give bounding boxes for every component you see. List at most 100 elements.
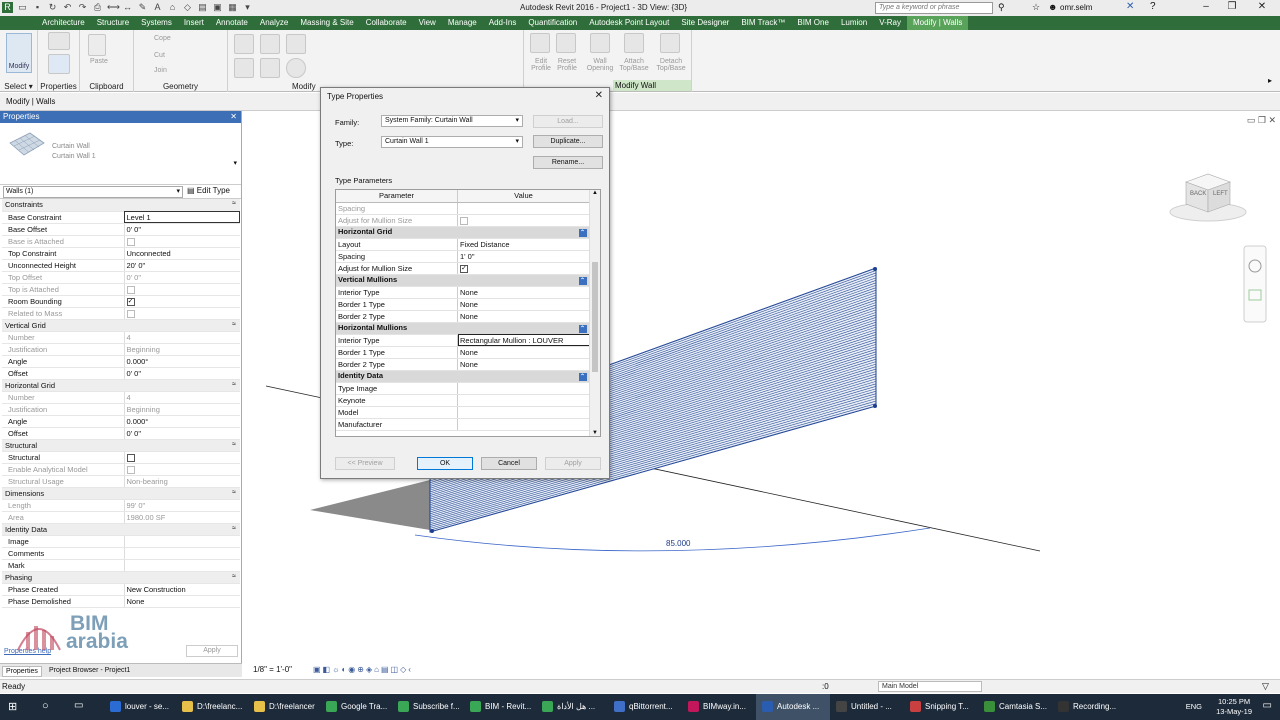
preview-button[interactable]: << Preview [335, 457, 395, 470]
tab-project-browser[interactable]: Project Browser - Project1 [46, 666, 133, 675]
type-parameters-grid[interactable]: Parameter Value Spacing Adjust for Mullio… [335, 189, 601, 437]
property-group[interactable]: Constraints ≈ [2, 199, 240, 212]
restore-button[interactable]: ❐ [1222, 1, 1242, 12]
taskbar-item[interactable]: BIM - Revit... [464, 694, 536, 720]
close-hidden-icon[interactable]: ▣ [212, 2, 223, 13]
tab-systems[interactable]: Systems [135, 16, 178, 30]
load-button[interactable]: Load... [533, 115, 603, 128]
switch-windows-icon[interactable]: ▦ [227, 2, 238, 13]
tab-manage[interactable]: Manage [442, 16, 483, 30]
taskbar-item[interactable]: BIMway.in... [682, 694, 756, 720]
property-value[interactable]: 20' 0" [127, 261, 146, 270]
collapse-icon[interactable]: ≈ [232, 321, 236, 328]
close-button[interactable]: ✕ [1252, 1, 1272, 12]
instance-selector[interactable]: Walls (1) ▾ [3, 186, 183, 198]
checkbox[interactable] [126, 453, 135, 462]
ok-button[interactable]: OK [417, 457, 473, 470]
tab-modify-walls[interactable]: Modify | Walls [906, 16, 969, 30]
measure-icon[interactable]: ⟷ [107, 2, 120, 13]
rotate-icon[interactable] [286, 58, 306, 78]
redo-icon[interactable]: ↷ [77, 2, 88, 13]
taskbar-item[interactable]: qBittorrent... [608, 694, 682, 720]
qat-dropdown-icon[interactable]: ▾ [242, 2, 253, 13]
view-scale[interactable]: 1/8" = 1'-0" [253, 665, 292, 674]
type-properties-icon[interactable] [48, 32, 70, 50]
parameter-value[interactable]: Rectangular Mullion : LOUVER [460, 336, 563, 345]
taskbar-item[interactable]: Recording... [1052, 694, 1126, 720]
viewcube[interactable]: BACK LEFT [1168, 166, 1248, 226]
tab-bim-one[interactable]: BIM One [791, 16, 835, 30]
collapse-icon[interactable]: ⌃ [578, 277, 587, 285]
grid-scrollbar[interactable]: ▲ ▼ [589, 190, 600, 436]
collapse-icon[interactable]: ≈ [232, 381, 236, 388]
tab-insert[interactable]: Insert [178, 16, 210, 30]
wall-opening-icon[interactable] [590, 33, 610, 53]
collapse-icon[interactable]: ⌃ [578, 373, 587, 381]
move-icon[interactable] [234, 58, 254, 78]
offset-icon[interactable] [260, 34, 280, 54]
wall-opening-button[interactable]: Wall Opening [584, 58, 616, 72]
thin-lines-icon[interactable]: ▤ [197, 2, 208, 13]
taskbar-item[interactable]: Google Tra... [320, 694, 392, 720]
mirror-icon[interactable] [286, 34, 306, 54]
parameter-group[interactable]: Identity Data ⌃ [336, 370, 590, 383]
property-value[interactable]: 0' 0" [127, 225, 142, 234]
tab-massing-site[interactable]: Massing & Site [294, 16, 359, 30]
select-panel-label[interactable]: Select ▾ [0, 82, 37, 91]
star-icon[interactable]: ☆ [1032, 2, 1040, 13]
taskbar-item[interactable]: Autodesk ... [756, 694, 830, 720]
parameter-group[interactable]: Vertical Mullions ⌃ [336, 274, 590, 287]
user-icon[interactable]: ☻ [1048, 2, 1057, 12]
property-value[interactable]: 99' 0" [127, 501, 146, 510]
property-group[interactable]: Phasing ≈ [2, 571, 240, 584]
minimize-button[interactable]: – [1196, 1, 1216, 12]
join-button[interactable]: Join [154, 67, 167, 74]
scroll-up-icon[interactable]: ▲ [592, 190, 598, 196]
property-value[interactable]: 0' 0" [127, 273, 142, 282]
cope-button[interactable]: Cope [154, 35, 171, 42]
property-group[interactable]: Structural ≈ [2, 439, 240, 452]
taskbar-item[interactable]: louver - se... [104, 694, 176, 720]
sync-icon[interactable]: ↻ [47, 2, 58, 13]
open-icon[interactable]: ▭ [17, 2, 28, 13]
save-icon[interactable]: ▪ [32, 2, 43, 13]
parameter-value[interactable]: 1' 0" [460, 252, 475, 261]
taskbar-item[interactable]: Camtasia S... [978, 694, 1052, 720]
windows-start-icon[interactable]: ⊞ [8, 700, 17, 713]
tab-properties[interactable]: Properties [2, 666, 42, 677]
tab-autodesk-point-layout[interactable]: Autodesk Point Layout [583, 16, 675, 30]
tab-site-designer[interactable]: Site Designer [675, 16, 735, 30]
taskbar-item[interactable]: D:\freelanc... [176, 694, 248, 720]
parameter-value[interactable]: None [460, 348, 478, 357]
tag-icon[interactable]: ✎ [137, 2, 148, 13]
parameter-group[interactable]: Horizontal Mullions ⌃ [336, 322, 590, 335]
design-option-selector[interactable]: Main Model [878, 681, 982, 692]
tab-bim-track[interactable]: BIM Track™ [735, 16, 791, 30]
dimension-label[interactable]: 85.000 [666, 539, 690, 548]
reset-profile-icon[interactable] [556, 33, 576, 53]
collapse-icon[interactable]: ≈ [232, 489, 236, 496]
undo-icon[interactable]: ↶ [62, 2, 73, 13]
exchange-apps-icon[interactable]: ✕ [1126, 1, 1134, 12]
duplicate-button[interactable]: Duplicate... [533, 135, 603, 148]
parameter-value[interactable]: None [460, 360, 478, 369]
checkbox[interactable] [460, 216, 468, 225]
dimension-icon[interactable]: ↔ [122, 2, 133, 13]
property-value[interactable]: 0' 0" [127, 429, 142, 438]
property-value[interactable]: New Construction [127, 585, 186, 594]
align-icon[interactable] [234, 34, 254, 54]
property-value[interactable]: 4 [127, 333, 131, 342]
filter-icon[interactable]: ▽ [1262, 681, 1269, 692]
property-value[interactable]: Non-bearing [127, 477, 168, 486]
tab-quantification[interactable]: Quantification [522, 16, 583, 30]
tab-annotate[interactable]: Annotate [210, 16, 254, 30]
chevron-down-icon[interactable]: ▾ [233, 159, 237, 167]
property-value[interactable]: Beginning [127, 405, 160, 414]
cancel-button[interactable]: Cancel [481, 457, 537, 470]
collapse-icon[interactable]: ≈ [232, 441, 236, 448]
property-value[interactable]: Level 1 [127, 213, 151, 222]
tab-view[interactable]: View [413, 16, 442, 30]
rename-button[interactable]: Rename... [533, 156, 603, 169]
copy-icon[interactable] [260, 58, 280, 78]
parameter-value[interactable]: Fixed Distance [460, 240, 510, 249]
